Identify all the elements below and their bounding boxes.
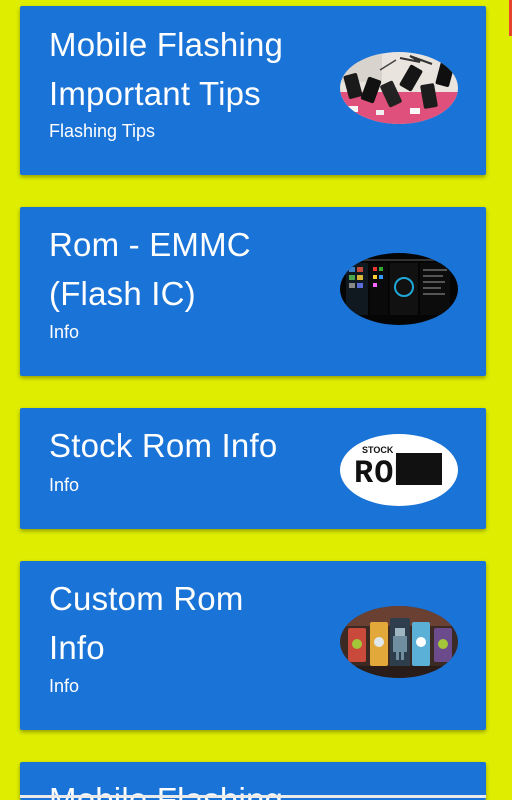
stock-logo-text: STOCK (362, 445, 394, 455)
card-title-line: Custom Rom (49, 580, 244, 617)
card-title-line: Rom - EMMC (49, 226, 251, 263)
card-title-line: Mobile Flashing (49, 26, 284, 63)
card-title: Stock Rom Info (49, 421, 319, 470)
card-rom-emmc[interactable]: Rom - EMMC (Flash IC) Info (20, 207, 486, 376)
phones-on-board-photo-icon (340, 52, 458, 124)
phone-screenshot-photo-icon (340, 253, 458, 325)
card-subtitle: Flashing Tips (49, 121, 156, 141)
card-title-line: Important Tips (49, 75, 261, 112)
bottom-scroll-edge (20, 795, 486, 798)
card-title-line: Info (49, 629, 105, 666)
card-title: Mobile Flashing Important Tips (49, 20, 319, 118)
card-title: Custom Rom Info (49, 574, 319, 672)
card-title-line: Stock Rom Info (49, 427, 278, 464)
rom-logo-text: ROM (354, 455, 415, 492)
android-robots-photo-icon (340, 606, 458, 678)
card-custom-rom-info[interactable]: Custom Rom Info Info (20, 561, 486, 730)
card-title-line: (Flash IC) (49, 275, 196, 312)
card-subtitle: Info (49, 475, 80, 495)
card-subtitle: Info (49, 322, 80, 342)
card-subtitle: Info (49, 676, 80, 696)
card-mobile-flashing-tips[interactable]: Mobile Flashing Important Tips Flashing … (20, 6, 486, 175)
stock-rom-logo-icon: STOCK ROM (340, 434, 458, 506)
card-stock-rom-info[interactable]: Stock Rom Info Info STOCK ROM (20, 408, 486, 529)
card-title: Rom - EMMC (Flash IC) (49, 220, 319, 318)
